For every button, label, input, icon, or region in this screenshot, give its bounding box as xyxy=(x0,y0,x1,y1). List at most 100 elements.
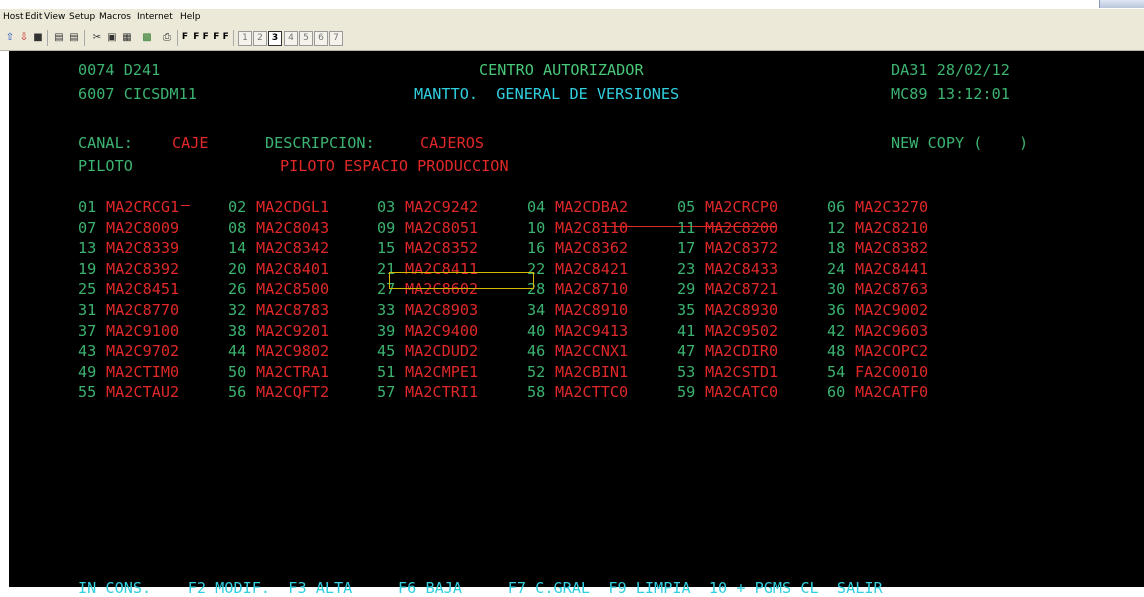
print-icon[interactable]: ⎙ xyxy=(160,30,174,45)
version-program[interactable]: MA2C8401 xyxy=(256,260,329,278)
version-program[interactable]: MA2C8352 xyxy=(405,239,478,257)
version-program[interactable]: MA2C8339 xyxy=(106,239,179,257)
f-button-1[interactable]: F xyxy=(180,30,190,45)
version-program[interactable]: MA2CQFT2 xyxy=(256,383,329,401)
version-program[interactable]: MA2C8009 xyxy=(106,219,179,237)
version-program[interactable]: MA2CTIM0 xyxy=(106,363,179,381)
menu-view[interactable]: View xyxy=(44,12,65,22)
menu-edit[interactable]: Edit xyxy=(25,12,42,22)
version-program[interactable]: MA2C8500 xyxy=(256,280,329,298)
version-program[interactable]: MA2C8451 xyxy=(106,280,179,298)
version-program[interactable]: MA2C8342 xyxy=(256,239,329,257)
version-number: 57 xyxy=(377,383,396,402)
transfer-icon[interactable]: ▤ xyxy=(52,30,66,45)
version-program[interactable]: MA2C8372 xyxy=(705,239,778,257)
version-program[interactable]: MA2C8200 xyxy=(705,219,778,237)
version-program[interactable]: MA2C8210 xyxy=(855,219,928,237)
version-program[interactable]: MA2C9502 xyxy=(705,322,778,340)
version-number: 26 xyxy=(228,280,247,299)
version-program[interactable]: MA2C9201 xyxy=(256,322,329,340)
version-program[interactable]: MA2C8441 xyxy=(855,260,928,278)
screen-subtitle: MANTTO. GENERAL DE VERSIONES xyxy=(414,85,680,103)
canal-field[interactable]: CAJE xyxy=(172,134,209,152)
version-number: 29 xyxy=(677,280,696,299)
version-number: 07 xyxy=(78,218,97,237)
version-number: 55 xyxy=(78,383,97,402)
version-program[interactable]: MA2C9002 xyxy=(855,301,928,319)
version-program[interactable]: MA2C8043 xyxy=(256,219,329,237)
terminal-screen[interactable]: 0074 D241 CENTRO AUTORIZADOR DA31 28/02/… xyxy=(9,51,1144,597)
version-program[interactable]: MA2COPC2 xyxy=(855,342,928,360)
session-tab-7[interactable]: 7 xyxy=(329,31,343,46)
paste-icon[interactable]: ▦ xyxy=(120,30,134,45)
version-program[interactable]: MA2C8382 xyxy=(855,239,928,257)
version-program[interactable]: MA2CRCP0 xyxy=(705,198,778,216)
version-program[interactable]: MA2CTRI1 xyxy=(405,383,478,401)
session-tab-2[interactable]: 2 xyxy=(253,31,267,46)
transfer2-icon[interactable]: ▤ xyxy=(67,30,81,45)
version-program[interactable]: MA2CATC0 xyxy=(705,383,778,401)
piloto-field[interactable]: PILOTO ESPACIO PRODUCCION xyxy=(280,157,509,175)
version-program[interactable]: MA2C8770 xyxy=(106,301,179,319)
session-tab-5[interactable]: 5 xyxy=(299,31,313,46)
version-program[interactable]: MA2C8721 xyxy=(705,280,778,298)
version-program[interactable]: MA2C3270 xyxy=(855,198,928,216)
version-program[interactable]: MA2C9100 xyxy=(106,322,179,340)
f-button-2[interactable]: F F xyxy=(192,30,210,45)
version-program[interactable]: MA2CCNX1 xyxy=(555,342,628,360)
version-program[interactable]: MA2CRCG1 xyxy=(106,198,179,216)
copy-icon[interactable]: ▣ xyxy=(105,30,119,45)
version-program[interactable]: MA2C9242 xyxy=(405,198,478,216)
version-program[interactable]: MA2C8110 xyxy=(555,219,628,237)
version-program[interactable]: MA2C9413 xyxy=(555,322,628,340)
version-program[interactable]: MA2C8763 xyxy=(855,280,928,298)
version-program[interactable]: MA2CDUD2 xyxy=(405,342,478,360)
version-program[interactable]: MA2C8930 xyxy=(705,301,778,319)
version-program[interactable]: MA2CATF0 xyxy=(855,383,928,401)
version-program[interactable]: MA2C8421 xyxy=(555,260,628,278)
version-number: 32 xyxy=(228,301,247,319)
version-program[interactable]: MA2CDBA2 xyxy=(555,198,628,216)
receive-down-icon[interactable]: ⇩ xyxy=(17,30,31,45)
session-tab-1[interactable]: 1 xyxy=(238,31,252,46)
version-program[interactable]: MA2CTAU2 xyxy=(106,383,179,401)
cut-icon[interactable]: ✂ xyxy=(90,30,104,45)
version-program[interactable]: MA2C8433 xyxy=(705,260,778,278)
version-program[interactable]: MA2C8392 xyxy=(106,260,179,278)
version-program[interactable]: MA2CDGL1 xyxy=(256,198,329,216)
menu-host[interactable]: Host xyxy=(3,12,24,22)
session-tab-3[interactable]: 3 xyxy=(268,31,282,46)
version-program[interactable]: MA2CDIR0 xyxy=(705,342,778,360)
version-program[interactable]: MA2C8783 xyxy=(256,301,329,319)
f-button-3[interactable]: F F xyxy=(212,30,230,45)
version-program[interactable]: MA2CTRA1 xyxy=(256,363,329,381)
menu-internet[interactable]: Internet xyxy=(137,12,173,22)
version-program[interactable]: MA2C8710 xyxy=(555,280,628,298)
version-program[interactable]: MA2C8362 xyxy=(555,239,628,257)
toolbar-separator xyxy=(233,30,234,46)
version-program[interactable]: MA2CBIN1 xyxy=(555,363,628,381)
version-program[interactable]: MA2C9603 xyxy=(855,322,928,340)
version-program[interactable]: MA2CTTC0 xyxy=(555,383,628,401)
save-icon[interactable]: ■ xyxy=(31,30,45,45)
session-tab-4[interactable]: 4 xyxy=(284,31,298,46)
version-program[interactable]: MA2C9702 xyxy=(106,342,179,360)
version-program[interactable]: MA2C8910 xyxy=(555,301,628,319)
version-program[interactable]: MA2C8051 xyxy=(405,219,478,237)
version-program[interactable]: MA2C8903 xyxy=(405,301,478,319)
session-tab-6[interactable]: 6 xyxy=(314,31,328,46)
window-controls[interactable] xyxy=(1099,0,1144,8)
version-number: 12 xyxy=(827,218,846,237)
version-program[interactable]: MA2C9802 xyxy=(256,342,329,360)
menu-help[interactable]: Help xyxy=(180,12,201,22)
screen-icon[interactable]: ▩ xyxy=(140,30,154,45)
menu-macros[interactable]: Macros xyxy=(99,12,131,22)
piloto-label: PILOTO xyxy=(78,157,133,175)
version-program[interactable]: FA2C0010 xyxy=(855,363,928,381)
version-program[interactable]: MA2C9400 xyxy=(405,322,478,340)
version-program[interactable]: MA2CMPE1 xyxy=(405,363,478,381)
new-copy-field[interactable]: NEW COPY ( ) xyxy=(891,134,1028,152)
version-program[interactable]: MA2CSTD1 xyxy=(705,363,778,381)
send-up-icon[interactable]: ⇧ xyxy=(3,30,17,45)
menu-setup[interactable]: Setup xyxy=(69,12,95,22)
